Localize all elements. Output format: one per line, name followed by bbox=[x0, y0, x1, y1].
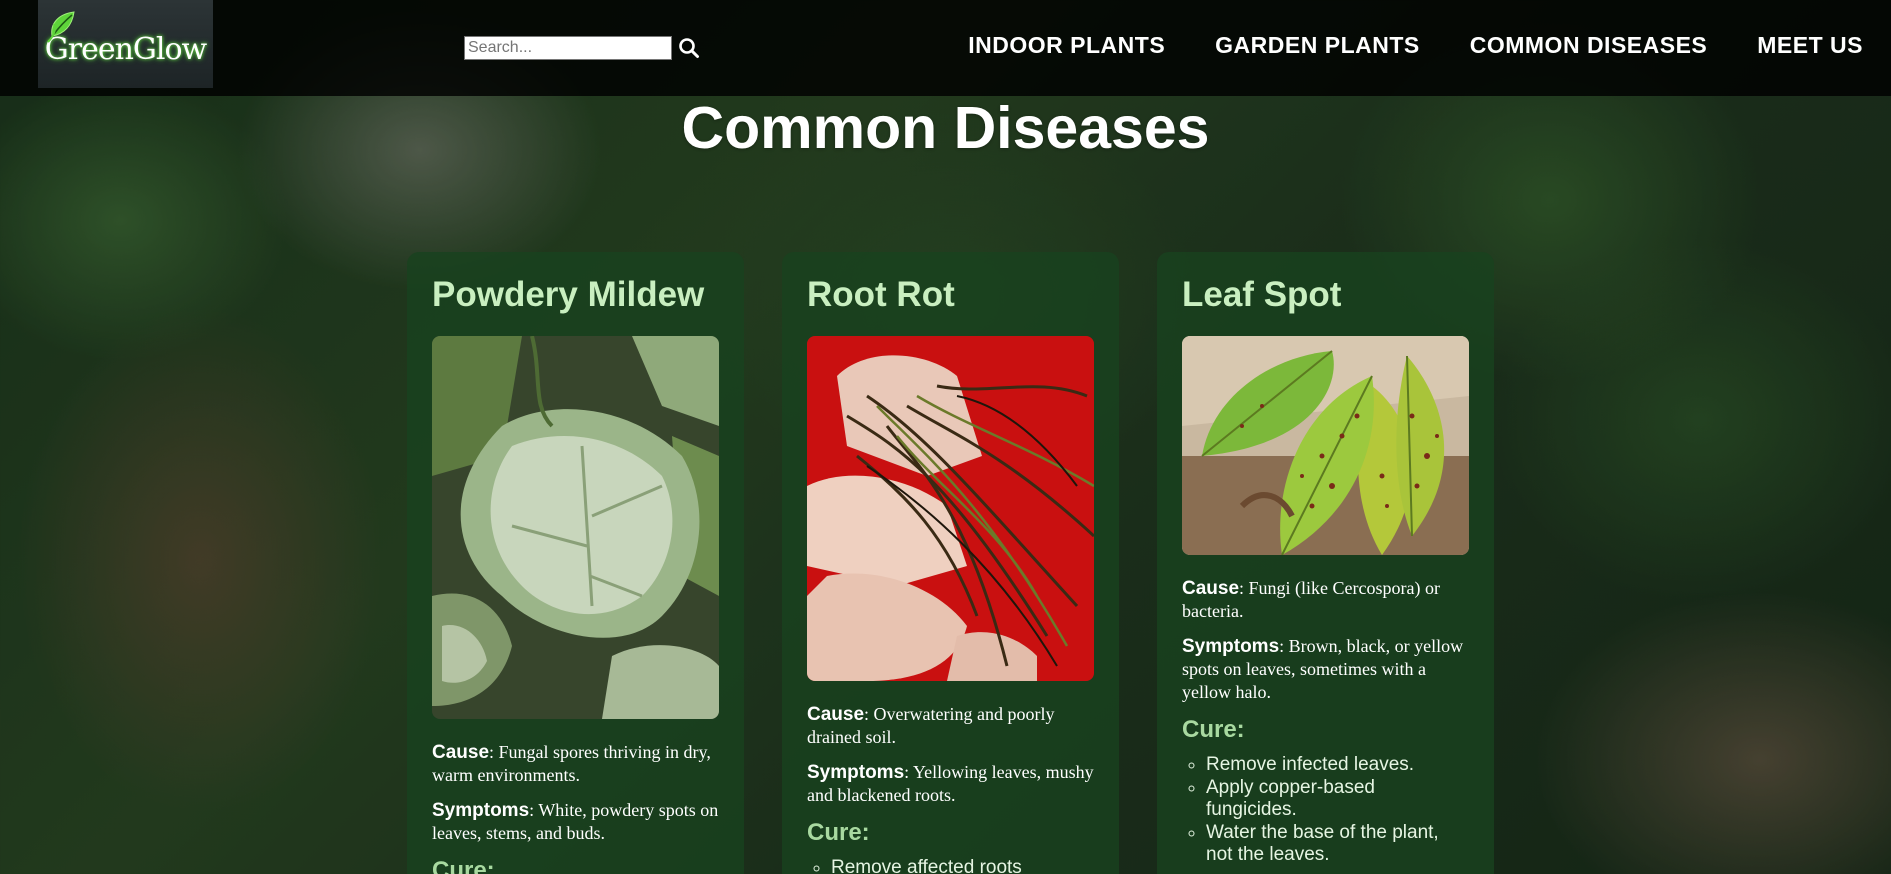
disease-card-root-rot: Root Rot Cause: Overwatering and poorly … bbox=[782, 252, 1119, 874]
spotted-leaves-photo-icon bbox=[1182, 336, 1469, 555]
cause-label: Cause bbox=[432, 742, 490, 763]
disease-card-leaf-spot: Leaf Spot Cause: Fungi (like Cercospora)… bbox=[1157, 252, 1494, 874]
navbar: GreenGlow INDOOR PLANTS GARDEN PLANTS CO… bbox=[0, 0, 1891, 96]
search-button[interactable] bbox=[676, 36, 702, 60]
search-bar bbox=[464, 36, 702, 60]
disease-card-powdery-mildew: Powdery Mildew Cause: Fungal spores thri… bbox=[407, 252, 744, 874]
cure-item: Remove infected leaves. bbox=[1206, 754, 1469, 776]
cure-heading: Cure: bbox=[1182, 716, 1245, 743]
main-nav: INDOOR PLANTS GARDEN PLANTS COMMON DISEA… bbox=[968, 32, 1863, 59]
cure-list: Remove infected leaves. Apply copper-bas… bbox=[1182, 754, 1469, 866]
symptoms-text: Symptoms: Brown, black, or yellow spots … bbox=[1182, 636, 1464, 702]
nav-garden-plants[interactable]: GARDEN PLANTS bbox=[1215, 32, 1420, 59]
cause-text: Cause: Overwatering and poorly drained s… bbox=[807, 704, 1055, 747]
rotting-roots-photo-icon bbox=[807, 336, 1094, 681]
cure-list: Remove affected roots bbox=[807, 857, 1094, 874]
nav-indoor-plants[interactable]: INDOOR PLANTS bbox=[968, 32, 1165, 59]
cause-text: Cause: Fungal spores thriving in dry, wa… bbox=[432, 742, 711, 785]
logo[interactable]: GreenGlow bbox=[38, 0, 213, 88]
symptoms-label: Symptoms bbox=[1182, 636, 1280, 657]
cause-label: Cause bbox=[1182, 578, 1240, 599]
cure-heading: Cure: bbox=[432, 857, 495, 874]
symptoms-text: Symptoms: White, powdery spots on leaves… bbox=[432, 800, 719, 843]
symptoms-label: Symptoms bbox=[807, 762, 905, 783]
cure-item: Remove affected roots bbox=[831, 857, 1094, 874]
search-input[interactable] bbox=[464, 36, 672, 60]
nav-meet-us[interactable]: MEET US bbox=[1757, 32, 1863, 59]
cure-heading: Cure: bbox=[807, 819, 870, 846]
disease-title: Root Rot bbox=[807, 275, 955, 314]
powdery-mildew-leaf-photo-icon bbox=[432, 336, 719, 719]
powdery-mildew-image bbox=[432, 336, 719, 719]
disease-title: Leaf Spot bbox=[1182, 275, 1342, 314]
root-rot-image bbox=[807, 336, 1094, 681]
page-title: Common Diseases bbox=[681, 95, 1210, 161]
cure-item: Water the base of the plant, not the lea… bbox=[1206, 822, 1469, 866]
leaf-icon bbox=[47, 11, 75, 43]
leaf-spot-image bbox=[1182, 336, 1469, 555]
symptoms-text: Symptoms: Yellowing leaves, mushy and bl… bbox=[807, 762, 1094, 805]
cause-label: Cause bbox=[807, 704, 865, 725]
cure-item: Apply copper-based fungicides. bbox=[1206, 777, 1469, 821]
search-icon bbox=[679, 38, 699, 58]
disease-title: Powdery Mildew bbox=[432, 275, 705, 314]
symptoms-label: Symptoms bbox=[432, 800, 530, 821]
nav-common-diseases[interactable]: COMMON DISEASES bbox=[1470, 32, 1708, 59]
cause-text: Cause: Fungi (like Cercospora) or bacter… bbox=[1182, 578, 1440, 621]
